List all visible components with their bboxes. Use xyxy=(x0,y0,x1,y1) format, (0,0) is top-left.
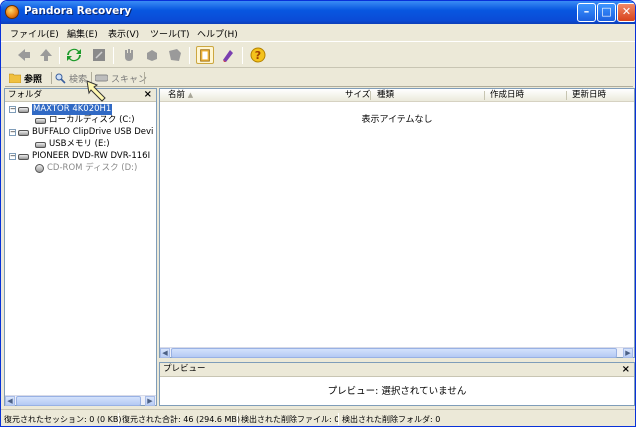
menu-bar: ファイル(E) 編集(E) 表示(V) ツール(T) ヘルプ(H) xyxy=(1,24,635,42)
eraser-button[interactable] xyxy=(219,46,237,64)
back-icon xyxy=(18,49,30,61)
sort-ascending-icon: ▲ xyxy=(187,91,194,99)
minimize-button[interactable]: – xyxy=(577,3,596,22)
recover-hand-icon xyxy=(125,49,133,61)
up-icon xyxy=(40,49,52,61)
mouse-cursor-icon xyxy=(86,80,106,102)
scroll-right-icon[interactable]: ▶ xyxy=(145,396,155,406)
disk-icon xyxy=(35,141,46,148)
refresh-icon xyxy=(67,48,81,62)
tree-item-cdrom-d[interactable]: CD-ROM ディスク (D:) xyxy=(35,163,137,174)
recover-file-icon xyxy=(147,50,157,61)
search-icon xyxy=(55,73,66,84)
clipboard-icon xyxy=(200,49,210,62)
preview-title: プレビュー xyxy=(163,364,206,374)
tree-item-maxtor[interactable]: − MAXTOR 4K020H1 xyxy=(9,104,113,115)
main-window: Pandora Recovery – □ ✕ ファイル(E) 編集(E) 表示(… xyxy=(0,0,636,427)
column-type[interactable]: 種類 xyxy=(377,90,394,101)
hard-drive-icon xyxy=(18,129,29,136)
scroll-thumb[interactable] xyxy=(16,396,141,406)
tab-search[interactable]: 検索 xyxy=(55,71,87,85)
properties-icon xyxy=(93,49,105,61)
folder-pane: フォルダ × − MAXTOR 4K020H1 ローカルディスク (C:) − BU… xyxy=(4,88,157,406)
folder-horizontal-scrollbar[interactable]: ◀ ▶ xyxy=(5,395,156,406)
file-list: 名前 ▲ サイズ 種類 作成日時 更新日時 表示アイテムなし ◀ ▶ xyxy=(159,88,635,358)
disk-icon xyxy=(35,117,46,124)
back-button[interactable] xyxy=(15,46,33,64)
tree-item-label: USBメモリ (E:) xyxy=(49,139,110,149)
collapse-icon[interactable]: − xyxy=(9,153,16,160)
folder-pane-title: フォルダ xyxy=(8,90,43,100)
status-sessions: 復元されたセッション: 0 (0 KB) xyxy=(4,415,122,424)
cd-icon xyxy=(35,164,44,173)
status-deleted-folders: 検出された削除フォルダ: 0 xyxy=(342,415,441,424)
recover-folder-button[interactable] xyxy=(166,46,184,64)
properties-button[interactable] xyxy=(90,46,108,64)
close-icon: ✕ xyxy=(621,5,632,18)
preview-message: プレビュー: 選択されていません xyxy=(327,386,467,397)
tree-item-label: ローカルディスク (C:) xyxy=(49,115,135,125)
column-name-label: 名前 xyxy=(168,90,186,100)
close-button[interactable]: ✕ xyxy=(617,3,635,22)
help-button[interactable]: ? xyxy=(249,46,267,64)
menu-view[interactable]: 表示(V) xyxy=(108,27,139,40)
tree-item-label: MAXTOR 4K020H1 xyxy=(32,104,113,115)
scroll-left-icon[interactable]: ◀ xyxy=(160,348,170,358)
scroll-right-icon[interactable]: ▶ xyxy=(623,348,633,358)
preview-close-icon[interactable]: × xyxy=(622,363,630,376)
folder-icon xyxy=(9,73,21,83)
toolbar: ? xyxy=(1,42,635,68)
column-name[interactable]: 名前 ▲ xyxy=(168,90,193,101)
window-title: Pandora Recovery xyxy=(24,5,132,17)
refresh-button[interactable] xyxy=(65,46,83,64)
collapse-icon[interactable]: − xyxy=(9,129,16,136)
tree-item-usb-e[interactable]: USBメモリ (E:) xyxy=(35,139,110,150)
maximize-icon: □ xyxy=(601,5,612,18)
list-horizontal-scrollbar[interactable]: ◀ ▶ xyxy=(160,347,634,358)
column-modified[interactable]: 更新日時 xyxy=(572,90,606,101)
svg-text:?: ? xyxy=(255,49,261,62)
recover-file-button[interactable] xyxy=(143,46,161,64)
menu-edit[interactable]: 編集(E) xyxy=(67,27,98,40)
title-bar[interactable]: Pandora Recovery – □ ✕ xyxy=(1,1,635,24)
column-header: 名前 ▲ サイズ 種類 作成日時 更新日時 xyxy=(160,89,634,102)
menu-tools[interactable]: ツール(T) xyxy=(150,27,190,40)
eraser-icon xyxy=(223,50,233,62)
menu-help[interactable]: ヘルプ(H) xyxy=(197,27,238,40)
tree-item-pioneer[interactable]: − PIONEER DVD-RW DVR-116I xyxy=(9,151,150,162)
help-icon: ? xyxy=(250,47,266,63)
tree-item-buffalo[interactable]: − BUFFALO ClipDrive USB Devi xyxy=(9,127,153,138)
status-total: 復元された合計: 46 (294.6 MB) xyxy=(122,415,241,424)
tab-scan-label: スキャン xyxy=(111,74,148,85)
status-bar: 復元されたセッション: 0 (0 KB) 復元された合計: 46 (294.6 … xyxy=(1,409,635,426)
preview-pane: プレビュー × プレビュー: 選択されていません xyxy=(159,362,635,406)
column-created[interactable]: 作成日時 xyxy=(490,90,524,101)
recover-folder-icon xyxy=(169,49,181,61)
tab-browse[interactable]: 参照 xyxy=(9,71,42,85)
maximize-button[interactable]: □ xyxy=(597,3,616,22)
tree-item-label: PIONEER DVD-RW DVR-116I xyxy=(32,151,151,161)
minimize-icon: – xyxy=(583,5,590,18)
collapse-icon[interactable]: − xyxy=(9,106,16,113)
up-button[interactable] xyxy=(37,46,55,64)
app-icon xyxy=(5,5,19,19)
empty-message: 表示アイテムなし xyxy=(361,115,433,125)
status-deleted-files: 検出された削除ファイル: 0 xyxy=(241,415,340,424)
tree-item-label: CD-ROM ディスク (D:) xyxy=(47,163,138,173)
clipboard-button[interactable] xyxy=(196,46,214,64)
recover-hand-button[interactable] xyxy=(120,46,138,64)
folder-pane-close-icon[interactable]: × xyxy=(144,89,152,101)
column-size[interactable]: サイズ xyxy=(345,90,370,101)
folder-pane-header: フォルダ × xyxy=(5,89,156,102)
tab-browse-label: 参照 xyxy=(24,74,43,85)
tree-item-local-disk-c[interactable]: ローカルディスク (C:) xyxy=(35,115,135,126)
scroll-thumb[interactable] xyxy=(171,348,617,358)
tree-item-label: BUFFALO ClipDrive USB Devi xyxy=(32,127,154,137)
scroll-left-icon[interactable]: ◀ xyxy=(5,396,15,406)
hard-drive-icon xyxy=(18,106,29,113)
menu-file[interactable]: ファイル(E) xyxy=(10,27,59,40)
optical-drive-icon xyxy=(18,153,29,160)
preview-header: プレビュー × xyxy=(160,363,634,377)
